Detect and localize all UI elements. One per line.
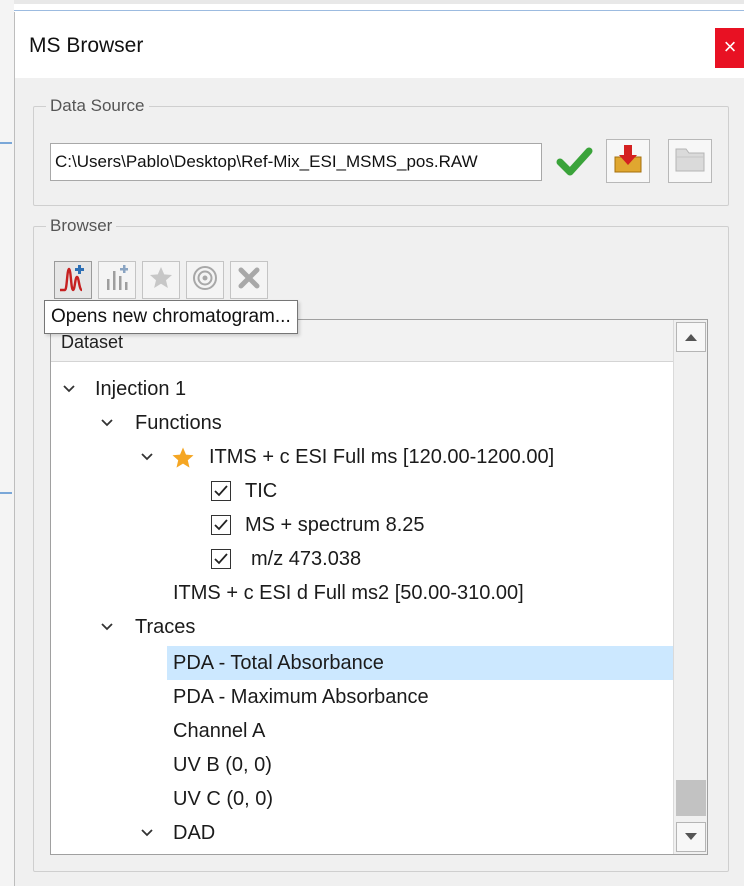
tree-node-mz[interactable]: m/z 473.038 (51, 542, 675, 576)
mz-checkbox[interactable] (211, 549, 231, 569)
scroll-up-button[interactable] (676, 322, 706, 352)
background-divider (0, 142, 12, 144)
tree-scrollbar[interactable] (673, 320, 707, 854)
tree-node-label: ITMS + c ESI d Full ms2 [50.00-310.00] (173, 582, 524, 604)
tree-node-label: DAD (173, 822, 216, 844)
window-title: MS Browser (29, 34, 144, 57)
scroll-down-button[interactable] (676, 822, 706, 852)
new-spectrum-icon (102, 263, 132, 298)
import-button[interactable] (606, 139, 650, 183)
data-source-group: Data Source C:\Users\Pablo\Desktop\Ref-M… (33, 96, 729, 206)
tree-node-tic[interactable]: TIC (51, 474, 675, 508)
data-source-path-input[interactable]: C:\Users\Pablo\Desktop\Ref-Mix_ESI_MSMS_… (50, 143, 542, 181)
tree-node-functions[interactable]: Functions (51, 406, 675, 440)
tree-node-label: TIC (245, 480, 278, 502)
chevron-down-icon[interactable] (99, 415, 115, 431)
background-app-edge (14, 0, 744, 4)
tree-node-function-2[interactable]: ITMS + c ESI d Full ms2 [50.00-310.00] (51, 576, 675, 610)
background-divider (0, 492, 12, 494)
background-app-accent (14, 10, 744, 11)
tooltip: Opens new chromatogram... (44, 300, 298, 334)
tree-node-label: UV C (0, 0) (173, 788, 274, 810)
import-icon (612, 143, 644, 180)
ms-browser-dialog: MS Browser × Data Source C:\Users\Pablo\… (14, 12, 744, 886)
tree-node-trace-total-absorbance[interactable]: PDA - Total Absorbance (167, 646, 675, 680)
checkmark-icon[interactable] (554, 141, 594, 181)
target-button[interactable] (186, 261, 224, 299)
tree-node-injection[interactable]: Injection 1 (51, 372, 675, 406)
tree-node-label: PDA - Total Absorbance (173, 652, 384, 674)
tree-node-dad[interactable]: DAD (51, 816, 675, 850)
tree-node-function-1[interactable]: ITMS + c ESI Full ms [120.00-1200.00] (51, 440, 675, 474)
tree-node-ms-spectrum[interactable]: MS + spectrum 8.25 (51, 508, 675, 542)
tree-node-traces[interactable]: Traces (51, 610, 675, 644)
new-chromatogram-icon (58, 263, 88, 298)
target-icon (191, 264, 219, 297)
scroll-thumb[interactable] (676, 780, 706, 816)
new-spectrum-button[interactable] (98, 261, 136, 299)
tree-node-label: ITMS + c ESI Full ms [120.00-1200.00] (209, 446, 555, 468)
tree-node-trace-uv-c[interactable]: UV C (0, 0) (51, 782, 675, 816)
data-source-label: Data Source (46, 96, 149, 116)
chevron-down-icon[interactable] (139, 449, 155, 465)
ms-spectrum-checkbox[interactable] (211, 515, 231, 535)
tree-header-label: Dataset (61, 332, 124, 352)
chevron-down-icon[interactable] (99, 619, 115, 635)
background-app-strip (0, 0, 14, 886)
tree-node-trace-maximum-absorbance[interactable]: PDA - Maximum Absorbance (51, 680, 675, 714)
tree-node-trace-channel-a[interactable]: Channel A (51, 714, 675, 748)
tree-node-trace-uv-b[interactable]: UV B (0, 0) (51, 748, 675, 782)
tree-node-label: m/z 473.038 (251, 548, 362, 570)
close-button[interactable]: × (715, 28, 744, 68)
star-icon (147, 264, 175, 297)
remove-icon (236, 265, 262, 296)
browser-label: Browser (46, 216, 117, 236)
tree-node-label: Channel A (173, 720, 266, 742)
chevron-down-icon[interactable] (61, 381, 77, 397)
tree-node-label: Functions (135, 412, 222, 434)
chevron-down-icon[interactable] (139, 825, 155, 841)
dataset-tree[interactable]: Dataset Injection 1 Functions ITMS + c E… (50, 319, 708, 855)
arrow-down-icon (685, 833, 697, 840)
star-icon (172, 447, 194, 468)
title-bar: MS Browser × (15, 12, 744, 78)
arrow-up-icon (685, 334, 697, 341)
folder-icon (674, 145, 706, 178)
open-folder-button[interactable] (668, 139, 712, 183)
tree-node-label: MS + spectrum 8.25 (245, 514, 425, 536)
tree-node-label: Traces (135, 616, 196, 638)
favorite-button[interactable] (142, 261, 180, 299)
remove-button[interactable] (230, 261, 268, 299)
new-chromatogram-button[interactable] (54, 261, 92, 299)
tree-node-label: Injection 1 (95, 378, 187, 400)
tic-checkbox[interactable] (211, 481, 231, 501)
tree-node-label: PDA - Maximum Absorbance (173, 686, 429, 708)
tree-node-label: UV B (0, 0) (173, 754, 272, 776)
